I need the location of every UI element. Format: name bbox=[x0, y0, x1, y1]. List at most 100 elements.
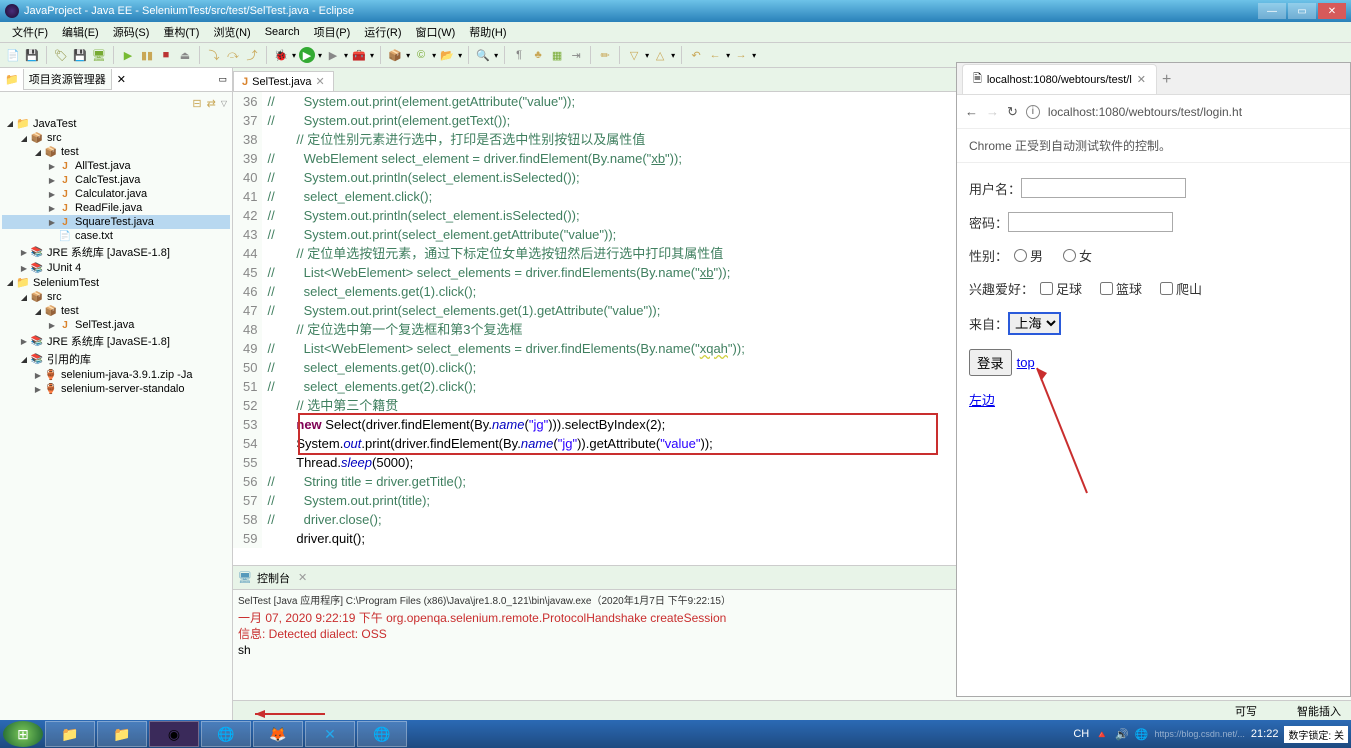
step-return-icon[interactable]: ⤴ bbox=[244, 47, 260, 63]
terminate-icon[interactable]: ■ bbox=[158, 47, 174, 63]
save-icon[interactable]: 💾 bbox=[24, 47, 40, 63]
menu-item[interactable]: 项目(P) bbox=[307, 24, 358, 40]
run-icon[interactable]: ▶ bbox=[299, 47, 315, 63]
browser-content: 用户名： 密码： 性别： 男 女 兴趣爱好： 足球 篮球 爬山 来自： 上海 登… bbox=[957, 163, 1350, 696]
reload-icon[interactable]: ↻ bbox=[1007, 104, 1018, 120]
new-class-icon[interactable]: © bbox=[413, 47, 429, 63]
mark-occ-icon[interactable]: ♣ bbox=[530, 47, 546, 63]
open-type-icon[interactable]: 🏷 bbox=[53, 47, 69, 63]
task-eclipse[interactable]: ◉ bbox=[149, 721, 199, 747]
username-input[interactable] bbox=[1021, 178, 1186, 198]
toggle-comment-icon[interactable]: ¶ bbox=[511, 47, 527, 63]
tree-item[interactable]: ▶JRE 系统库 [JavaSE-1.8] bbox=[2, 243, 230, 261]
editor-tab-close-icon[interactable]: ✕ bbox=[315, 75, 324, 88]
save-all-icon[interactable]: 💾 bbox=[72, 47, 88, 63]
hobby-soccer-checkbox[interactable] bbox=[1040, 282, 1053, 295]
resume-icon[interactable]: ▶ bbox=[120, 47, 136, 63]
tree-item[interactable]: ▶JRE 系统库 [JavaSE-1.8] bbox=[2, 332, 230, 350]
password-input[interactable] bbox=[1008, 212, 1173, 232]
gender-female-radio[interactable] bbox=[1063, 249, 1076, 262]
back-icon[interactable]: ← bbox=[707, 47, 723, 63]
minimize-button[interactable]: — bbox=[1258, 3, 1286, 19]
new-icon[interactable]: 📄 bbox=[5, 47, 21, 63]
view-menu-icon[interactable]: ▽ bbox=[221, 99, 227, 108]
menu-item[interactable]: Search bbox=[258, 26, 307, 38]
next-ann-icon[interactable]: ▽ bbox=[626, 47, 642, 63]
start-button[interactable]: ⊞ bbox=[3, 721, 43, 747]
tree-item[interactable]: ◢SeleniumTest bbox=[2, 275, 230, 290]
step-over-icon[interactable]: ⤼ bbox=[225, 47, 241, 63]
tree-item[interactable]: ◢引用的库 bbox=[2, 350, 230, 368]
link-editor-icon[interactable]: ⇄ bbox=[207, 97, 216, 110]
origin-select[interactable]: 上海 bbox=[1008, 312, 1061, 335]
system-tray[interactable]: CH 🔺🔊🌐 https://blog.csdn.net/... 21:22 数… bbox=[1073, 726, 1348, 743]
new-tab-icon[interactable]: + bbox=[1157, 66, 1176, 94]
disconnect-icon[interactable]: ⏏ bbox=[177, 47, 193, 63]
task-chrome[interactable]: 🌐 bbox=[201, 721, 251, 747]
gender-male-radio[interactable] bbox=[1014, 249, 1027, 262]
open-type-icon[interactable]: 📂 bbox=[439, 47, 455, 63]
tree-item[interactable]: ▶SelTest.java bbox=[2, 318, 230, 332]
browser-tab[interactable]: 🗎 localhost:1080/webtours/test/l ✕ bbox=[962, 64, 1157, 94]
menu-item[interactable]: 编辑(E) bbox=[55, 24, 106, 40]
new-package-icon[interactable]: 📦 bbox=[387, 47, 403, 63]
step-into-icon[interactable]: ⤵ bbox=[206, 47, 222, 63]
show-whitespace-icon[interactable]: ⇥ bbox=[568, 47, 584, 63]
prev-ann-icon[interactable]: △ bbox=[652, 47, 668, 63]
explorer-close-icon[interactable]: ✕ bbox=[117, 73, 126, 86]
suspend-icon[interactable]: ▮▮ bbox=[139, 47, 155, 63]
block-sel-icon[interactable]: ▦ bbox=[549, 47, 565, 63]
tree-item[interactable]: ▶SquareTest.java bbox=[2, 215, 230, 229]
task-explorer2[interactable]: 📁 bbox=[97, 721, 147, 747]
task-explorer[interactable]: 📁 bbox=[45, 721, 95, 747]
search-icon[interactable]: 🔍 bbox=[475, 47, 491, 63]
forward-icon[interactable]: → bbox=[733, 47, 749, 63]
collapse-all-icon[interactable]: ⊟ bbox=[192, 97, 201, 110]
hobby-basketball-checkbox[interactable] bbox=[1100, 282, 1113, 295]
tree-item[interactable]: ◢test bbox=[2, 145, 230, 159]
tree-item[interactable]: ▶Calculator.java bbox=[2, 187, 230, 201]
menu-item[interactable]: 窗口(W) bbox=[409, 24, 463, 40]
tree-item[interactable]: ▶CalcTest.java bbox=[2, 173, 230, 187]
tree-item[interactable]: ◢JavaTest bbox=[2, 116, 230, 131]
menu-item[interactable]: 重构(T) bbox=[156, 24, 206, 40]
run-last-icon[interactable]: ▶ bbox=[325, 47, 341, 63]
pin-editor-icon[interactable]: ✏ bbox=[597, 47, 613, 63]
maximize-button[interactable]: ▭ bbox=[1288, 3, 1316, 19]
debug-icon[interactable]: 🐞 bbox=[273, 47, 289, 63]
task-firefox[interactable]: 🦊 bbox=[253, 721, 303, 747]
tree-item[interactable]: ◢src bbox=[2, 131, 230, 145]
new-server-icon[interactable]: 🖥 bbox=[91, 47, 107, 63]
address-bar[interactable]: localhost:1080/webtours/test/login.ht bbox=[1048, 105, 1242, 119]
tree-item[interactable]: ◢src bbox=[2, 290, 230, 304]
left-link[interactable]: 左边 bbox=[969, 390, 995, 409]
tree-item[interactable]: case.txt bbox=[2, 229, 230, 243]
tree-item[interactable]: ▶AllTest.java bbox=[2, 159, 230, 173]
explorer-title: 项目资源管理器 bbox=[23, 69, 112, 90]
menu-item[interactable]: 源码(S) bbox=[106, 24, 157, 40]
back-icon[interactable]: ← bbox=[965, 104, 978, 119]
explorer-minimize-icon[interactable]: ▭ bbox=[218, 74, 227, 85]
hobby-climb-checkbox[interactable] bbox=[1160, 282, 1173, 295]
menu-item[interactable]: 文件(F) bbox=[5, 24, 55, 40]
tab-close-icon[interactable]: ✕ bbox=[1137, 73, 1146, 86]
last-edit-icon[interactable]: ↶ bbox=[688, 47, 704, 63]
forward-icon[interactable]: → bbox=[986, 104, 999, 119]
tree-item[interactable]: ▶ReadFile.java bbox=[2, 201, 230, 215]
menu-item[interactable]: 运行(R) bbox=[357, 24, 408, 40]
tree-item[interactable]: ▶selenium-server-standalo bbox=[2, 382, 230, 396]
tree-item[interactable]: ◢test bbox=[2, 304, 230, 318]
task-chrome2[interactable]: 🌐 bbox=[357, 721, 407, 747]
login-button[interactable]: 登录 bbox=[969, 349, 1012, 376]
external-tools-icon[interactable]: 🧰 bbox=[351, 47, 367, 63]
console-tab-close-icon[interactable]: ✕ bbox=[298, 571, 307, 584]
top-link[interactable]: top bbox=[1017, 355, 1035, 370]
project-tree[interactable]: ◢JavaTest◢src◢test▶AllTest.java▶CalcTest… bbox=[0, 114, 232, 720]
tree-item[interactable]: ▶JUnit 4 bbox=[2, 261, 230, 275]
menu-item[interactable]: 浏览(N) bbox=[206, 24, 257, 40]
close-button[interactable]: ✕ bbox=[1318, 3, 1346, 19]
editor-tab-seltest[interactable]: J SelTest.java ✕ bbox=[233, 71, 334, 91]
menu-item[interactable]: 帮助(H) bbox=[462, 24, 513, 40]
task-app[interactable]: ✕ bbox=[305, 721, 355, 747]
tree-item[interactable]: ▶selenium-java-3.9.1.zip -Ja bbox=[2, 368, 230, 382]
